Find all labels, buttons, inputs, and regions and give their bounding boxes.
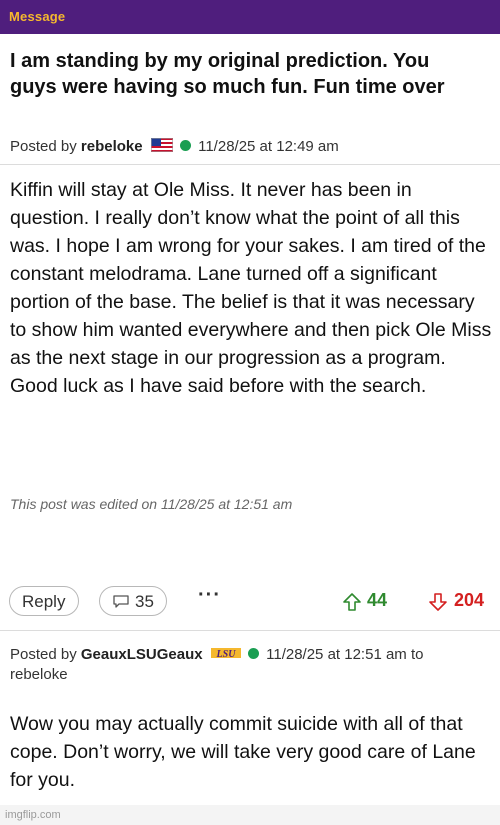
posted-by-label: Posted by xyxy=(10,138,77,155)
reply-button[interactable]: Reply xyxy=(9,586,79,616)
post-meta: Posted by rebeloke 11/28/25 at 12:49 am xyxy=(10,137,339,157)
header-label: Message xyxy=(9,9,66,24)
reply-posted-by-label: Posted by xyxy=(10,646,77,663)
comment-count: 35 xyxy=(135,592,154,611)
header-divider xyxy=(0,164,500,165)
lsu-logo-icon: LSU xyxy=(210,648,241,660)
reply-body: Wow you may actually commit suicide with… xyxy=(10,713,476,791)
reply-author-link[interactable]: GeauxLSUGeaux xyxy=(81,646,203,663)
reply-button-label: Reply xyxy=(22,592,66,611)
message-header: Message xyxy=(0,0,500,34)
watermark: imgflip.com xyxy=(5,809,61,821)
downvote-arrow-icon xyxy=(429,593,447,611)
lsu-logo-text: LSU xyxy=(215,649,236,660)
us-flag-icon xyxy=(150,138,173,152)
reply-to-user[interactable]: rebeloke xyxy=(10,666,68,683)
post-title: I am standing by my original prediction.… xyxy=(10,50,445,98)
post-body: Kiffin will stay at Ole Miss. It never h… xyxy=(10,179,492,397)
footer-strip xyxy=(0,805,500,825)
edited-note: This post was edited on 11/28/25 at 12:5… xyxy=(10,496,293,512)
author-link[interactable]: rebeloke xyxy=(81,138,143,155)
downvote-count: 204 xyxy=(454,590,485,610)
reply-timestamp: 11/28/25 at 12:51 am to xyxy=(266,646,424,663)
upvote-arrow-icon xyxy=(343,593,361,611)
reply-divider xyxy=(0,630,500,631)
reply-meta-line: Posted by GeauxLSUGeaux LSU 11/28/25 at … xyxy=(10,645,423,665)
more-options-button[interactable]: ··· xyxy=(198,584,221,607)
comment-bubble-icon xyxy=(113,595,129,608)
comments-button[interactable]: 35 xyxy=(99,586,167,616)
post-timestamp: 11/28/25 at 12:49 am xyxy=(198,138,339,155)
upvote-count: 44 xyxy=(367,590,388,610)
online-status-icon xyxy=(179,140,191,151)
reply-online-status-icon xyxy=(247,648,259,659)
